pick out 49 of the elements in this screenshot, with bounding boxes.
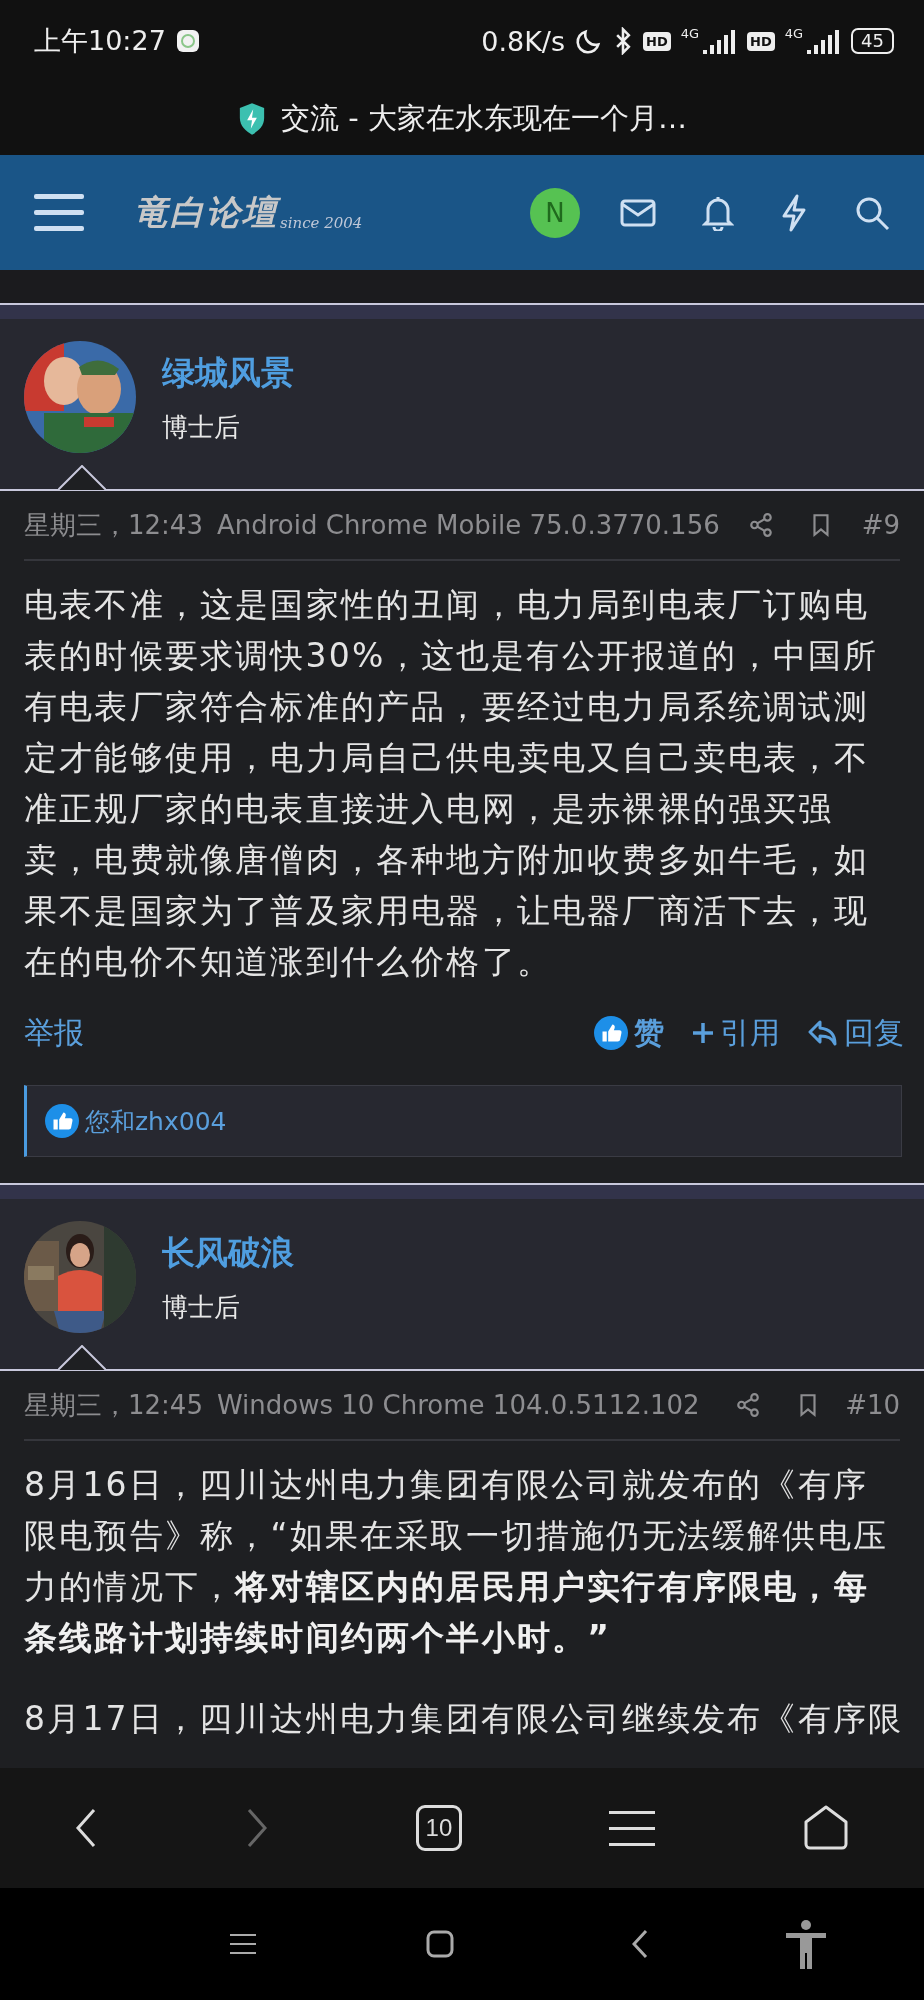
network-type: 4G — [680, 26, 700, 41]
network-speed: 0.8K/s — [481, 25, 566, 57]
post-device: Windows 10 Chrome 104.0.5112.102 — [216, 1390, 700, 1420]
report-link[interactable]: 举报 — [24, 1012, 84, 1054]
menu-icon[interactable] — [609, 1809, 656, 1847]
share-icon[interactable] — [747, 512, 774, 538]
post-number[interactable]: #9 — [861, 510, 900, 540]
reply-button[interactable]: 回复 — [808, 1012, 904, 1054]
back-icon[interactable] — [632, 1929, 648, 1959]
post-text: 8月17日，四川达州电力集团有限公司继续发布《有序限 — [24, 1698, 900, 1740]
logo-tagline: since 2004 — [280, 213, 363, 232]
user-rank: 博士后 — [162, 1291, 241, 1324]
battery-level: 45 — [851, 28, 894, 54]
thumbs-up-icon — [45, 1104, 79, 1138]
network-type: 4G — [784, 26, 804, 41]
signal-icon — [703, 28, 738, 54]
post-device: Android Chrome Mobile 75.0.3770.156 — [216, 510, 720, 540]
hd-label: HD — [643, 31, 671, 51]
author-name[interactable]: 绿城风景 — [162, 351, 294, 396]
lightning-icon[interactable] — [780, 193, 808, 232]
home-square-icon[interactable] — [426, 1930, 454, 1958]
menu-icon[interactable] — [230, 1932, 256, 1956]
tab-count-button[interactable]: 10 — [415, 1805, 462, 1851]
post-text: 8月16日，四川达州电力集团有限公司就发布的《有序限电预告》称，“如果在采取一切措施仍无法缓解供电压力的情况下，将对辖区内的居民用户实行有序限电，每条线路计划持续时间约两个半小时。” — [24, 1464, 890, 1659]
thumbs-up-icon — [594, 1016, 628, 1050]
plus-icon — [692, 1022, 714, 1044]
author-name[interactable]: 长风破浪 — [162, 1231, 294, 1276]
quote-button[interactable]: 引用 — [692, 1012, 780, 1054]
post-date[interactable]: 星期三，12:45 — [24, 1387, 203, 1423]
post-text: 电表不准，这是国家性的丑闻，电力局到电表厂订购电表的时候要求调快30%，这也是有公开报道的，中国所有电表厂家符合标准的产品，要经过电力局系统调试测定才能够使用，电力局自己供电卖电又自己卖电表，不准正规厂家的电表直接进入电网，是赤裸裸的强买强卖，电费就像唐僧肉，各种地方附加收费多如牛毛，如果不是国家为了普及家用电器，让电器厂商活下去，现在的电价不知道涨到什么价格了。 — [24, 584, 880, 983]
page-title: 交流 - 大家在水东现在一个月… — [281, 99, 687, 137]
status-time: 上午10:27 — [34, 24, 166, 58]
likes-summary[interactable]: 您和zhx004 — [85, 1104, 227, 1138]
back-button[interactable] — [73, 1807, 98, 1849]
user-rank: 博士后 — [162, 411, 241, 444]
accessibility-icon[interactable] — [784, 1919, 828, 1969]
mail-icon[interactable] — [620, 198, 656, 227]
bell-icon[interactable] — [702, 194, 734, 231]
signal-icon — [807, 28, 842, 54]
hd-label: HD — [747, 31, 775, 51]
reply-arrow-icon — [808, 1019, 838, 1047]
post-date[interactable]: 星期三，12:43 — [24, 507, 203, 543]
app-notification-icon — [175, 29, 200, 53]
post-number[interactable]: #10 — [845, 1390, 900, 1420]
like-button[interactable]: 赞 — [594, 1012, 664, 1054]
user-avatar[interactable]: N — [530, 187, 580, 238]
menu-icon[interactable] — [34, 191, 84, 234]
home-icon[interactable] — [802, 1804, 851, 1852]
share-icon[interactable] — [735, 1392, 762, 1418]
